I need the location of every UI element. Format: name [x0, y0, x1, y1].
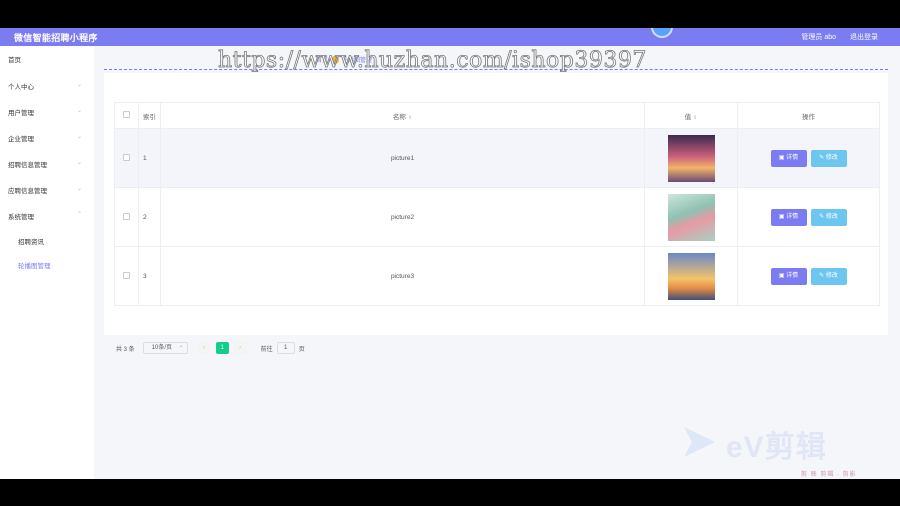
column-header-value-label: 值 — [684, 113, 692, 121]
goto-page-input[interactable]: 1 — [276, 342, 295, 354]
sidebar-item-applications[interactable]: 应聘信息管理 ⌄ — [8, 185, 88, 195]
content-card: 索引 名称 ⇕ 值 ⇕ 操作 1 picture1 ▣ 详情 ✎ 修改 2 pi… — [104, 73, 888, 354]
sort-icon[interactable]: ⇕ — [693, 115, 697, 121]
detail-label: 详情 — [786, 154, 799, 161]
sidebar-subitem-news[interactable]: 招聘资讯 — [18, 236, 44, 246]
row-actions: ▣ 详情 ✎ 修改 — [737, 187, 880, 247]
detail-label: 详情 — [786, 213, 799, 220]
column-header-index: 索引 — [138, 102, 161, 129]
page-size-select[interactable]: 10条/页 — [142, 341, 188, 354]
row-checkbox[interactable] — [123, 271, 130, 279]
sidebar-item-system[interactable]: 系统管理 ⌃ — [8, 211, 88, 221]
edit-label: 修改 — [825, 154, 838, 161]
sidebar-item-label: 个人中心 — [8, 84, 34, 91]
page-number-current[interactable]: 1 — [215, 342, 229, 354]
chevron-down-icon: ⌄ — [76, 160, 82, 166]
row-name: picture2 — [160, 187, 645, 247]
column-header-name[interactable]: 名称 ⇕ — [160, 102, 645, 129]
edit-button[interactable]: ✎ 修改 — [810, 208, 847, 226]
row-select-cell — [114, 128, 139, 188]
logout-button[interactable]: 退出登录 — [850, 32, 878, 42]
edit-label: 修改 — [825, 213, 838, 220]
ev-logo-icon — [684, 427, 715, 457]
picture-thumbnail[interactable] — [667, 193, 715, 241]
picture-thumbnail[interactable] — [667, 252, 715, 300]
sidebar-item-label: 首页 — [8, 57, 21, 64]
select-all-cell — [114, 102, 139, 129]
sidebar-item-jobs[interactable]: 招聘信息管理 ⌄ — [8, 159, 88, 169]
page-suffix: 页 — [298, 346, 305, 353]
top-bar: 微信智能招聘小程序 管理员 abo 退出登录 — [0, 28, 900, 46]
chevron-down-icon: ⌄ — [76, 134, 82, 140]
detail-button[interactable]: ▣ 详情 — [770, 208, 807, 226]
row-select-cell — [114, 187, 139, 247]
sidebar-item-home[interactable]: 首页 — [8, 54, 88, 64]
sidebar: 首页 个人中心 ⌄ 用户管理 ⌄ 企业管理 ⌄ 招聘信息管理 ⌄ 应聘信息管理 ⌄ 系统管… — [0, 46, 94, 479]
sidebar-item-label: 系统管理 — [8, 214, 34, 221]
row-actions: ▣ 详情 ✎ 修改 — [737, 246, 880, 306]
column-header-name-label: 名称 — [392, 113, 406, 121]
row-image-cell — [644, 187, 738, 247]
detail-button[interactable]: ▣ 详情 — [770, 149, 807, 167]
sidebar-subitem-carousel[interactable]: 轮播图管理 — [18, 260, 51, 270]
prev-page-button[interactable]: ‹ — [197, 342, 211, 354]
row-image-cell — [644, 128, 738, 188]
detail-label: 详情 — [786, 272, 799, 279]
row-name: picture3 — [160, 246, 645, 306]
chevron-down-icon: ⌄ — [76, 108, 82, 114]
detail-button[interactable]: ▣ 详情 — [770, 267, 807, 285]
app-title: 微信智能招聘小程序 — [14, 33, 98, 43]
edit-label: 修改 — [825, 272, 838, 279]
carousel-table: 索引 名称 ⇕ 值 ⇕ 操作 1 picture1 ▣ 详情 ✎ 修改 2 pi… — [114, 102, 880, 306]
goto-label: 前往 — [260, 346, 273, 353]
column-header-actions: 操作 — [737, 102, 880, 129]
chevron-up-icon: ⌃ — [76, 212, 82, 218]
sidebar-item-label: 用户管理 — [8, 110, 34, 117]
row-index: 1 — [138, 128, 161, 188]
edit-icon: ✎ — [819, 272, 826, 279]
row-actions: ▣ 详情 ✎ 修改 — [737, 128, 880, 188]
sort-icon[interactable]: ⇕ — [408, 115, 412, 121]
row-image-cell — [644, 246, 738, 306]
table-row: 1 picture1 ▣ 详情 ✎ 修改 — [114, 128, 880, 188]
sidebar-item-label: 企业管理 — [8, 136, 34, 143]
edit-button[interactable]: ✎ 修改 — [810, 149, 847, 167]
row-name: picture1 — [160, 128, 645, 188]
row-index: 2 — [138, 187, 161, 247]
picture-thumbnail[interactable] — [667, 134, 715, 182]
chevron-down-icon: ⌄ — [76, 82, 82, 88]
column-header-value[interactable]: 值 ⇕ — [644, 102, 738, 129]
edit-icon: ✎ — [819, 154, 826, 161]
table-row: 2 picture2 ▣ 详情 ✎ 修改 — [114, 187, 880, 247]
watermark-text: https://www.huzhan.com/ishop39397 — [218, 48, 647, 74]
pagination: 共 3 条 10条/页 ‹ 1 › 前往 1 页 — [116, 341, 305, 354]
sidebar-item-label: 招聘信息管理 — [8, 162, 47, 169]
ev-footer-text: 剪 映 剪辑 · 剪影 — [801, 472, 857, 478]
row-checkbox[interactable] — [123, 153, 130, 161]
sidebar-item-personal[interactable]: 个人中心 ⌄ — [8, 81, 88, 91]
edit-icon: ✎ — [819, 213, 826, 220]
sidebar-item-users[interactable]: 用户管理 ⌄ — [8, 107, 88, 117]
sidebar-item-label: 应聘信息管理 — [8, 188, 47, 195]
app-window: 微信智能招聘小程序 管理员 abo 退出登录 首页 个人中心 ⌄ 用户管理 ⌄ 企业… — [0, 28, 900, 479]
edit-button[interactable]: ✎ 修改 — [810, 267, 847, 285]
chevron-down-icon: ⌄ — [76, 186, 82, 192]
row-checkbox[interactable] — [123, 212, 130, 220]
admin-user-label[interactable]: 管理员 abo — [801, 32, 836, 42]
sidebar-item-companies[interactable]: 企业管理 ⌄ — [8, 133, 88, 143]
ev-watermark: eV剪辑 — [726, 431, 827, 464]
next-page-button[interactable]: › — [233, 342, 247, 354]
row-select-cell — [114, 246, 139, 306]
pagination-total: 共 3 条 — [116, 346, 135, 353]
select-all-checkbox[interactable] — [123, 111, 130, 118]
table-row: 3 picture3 ▣ 详情 ✎ 修改 — [114, 246, 880, 306]
row-index: 3 — [138, 246, 161, 306]
